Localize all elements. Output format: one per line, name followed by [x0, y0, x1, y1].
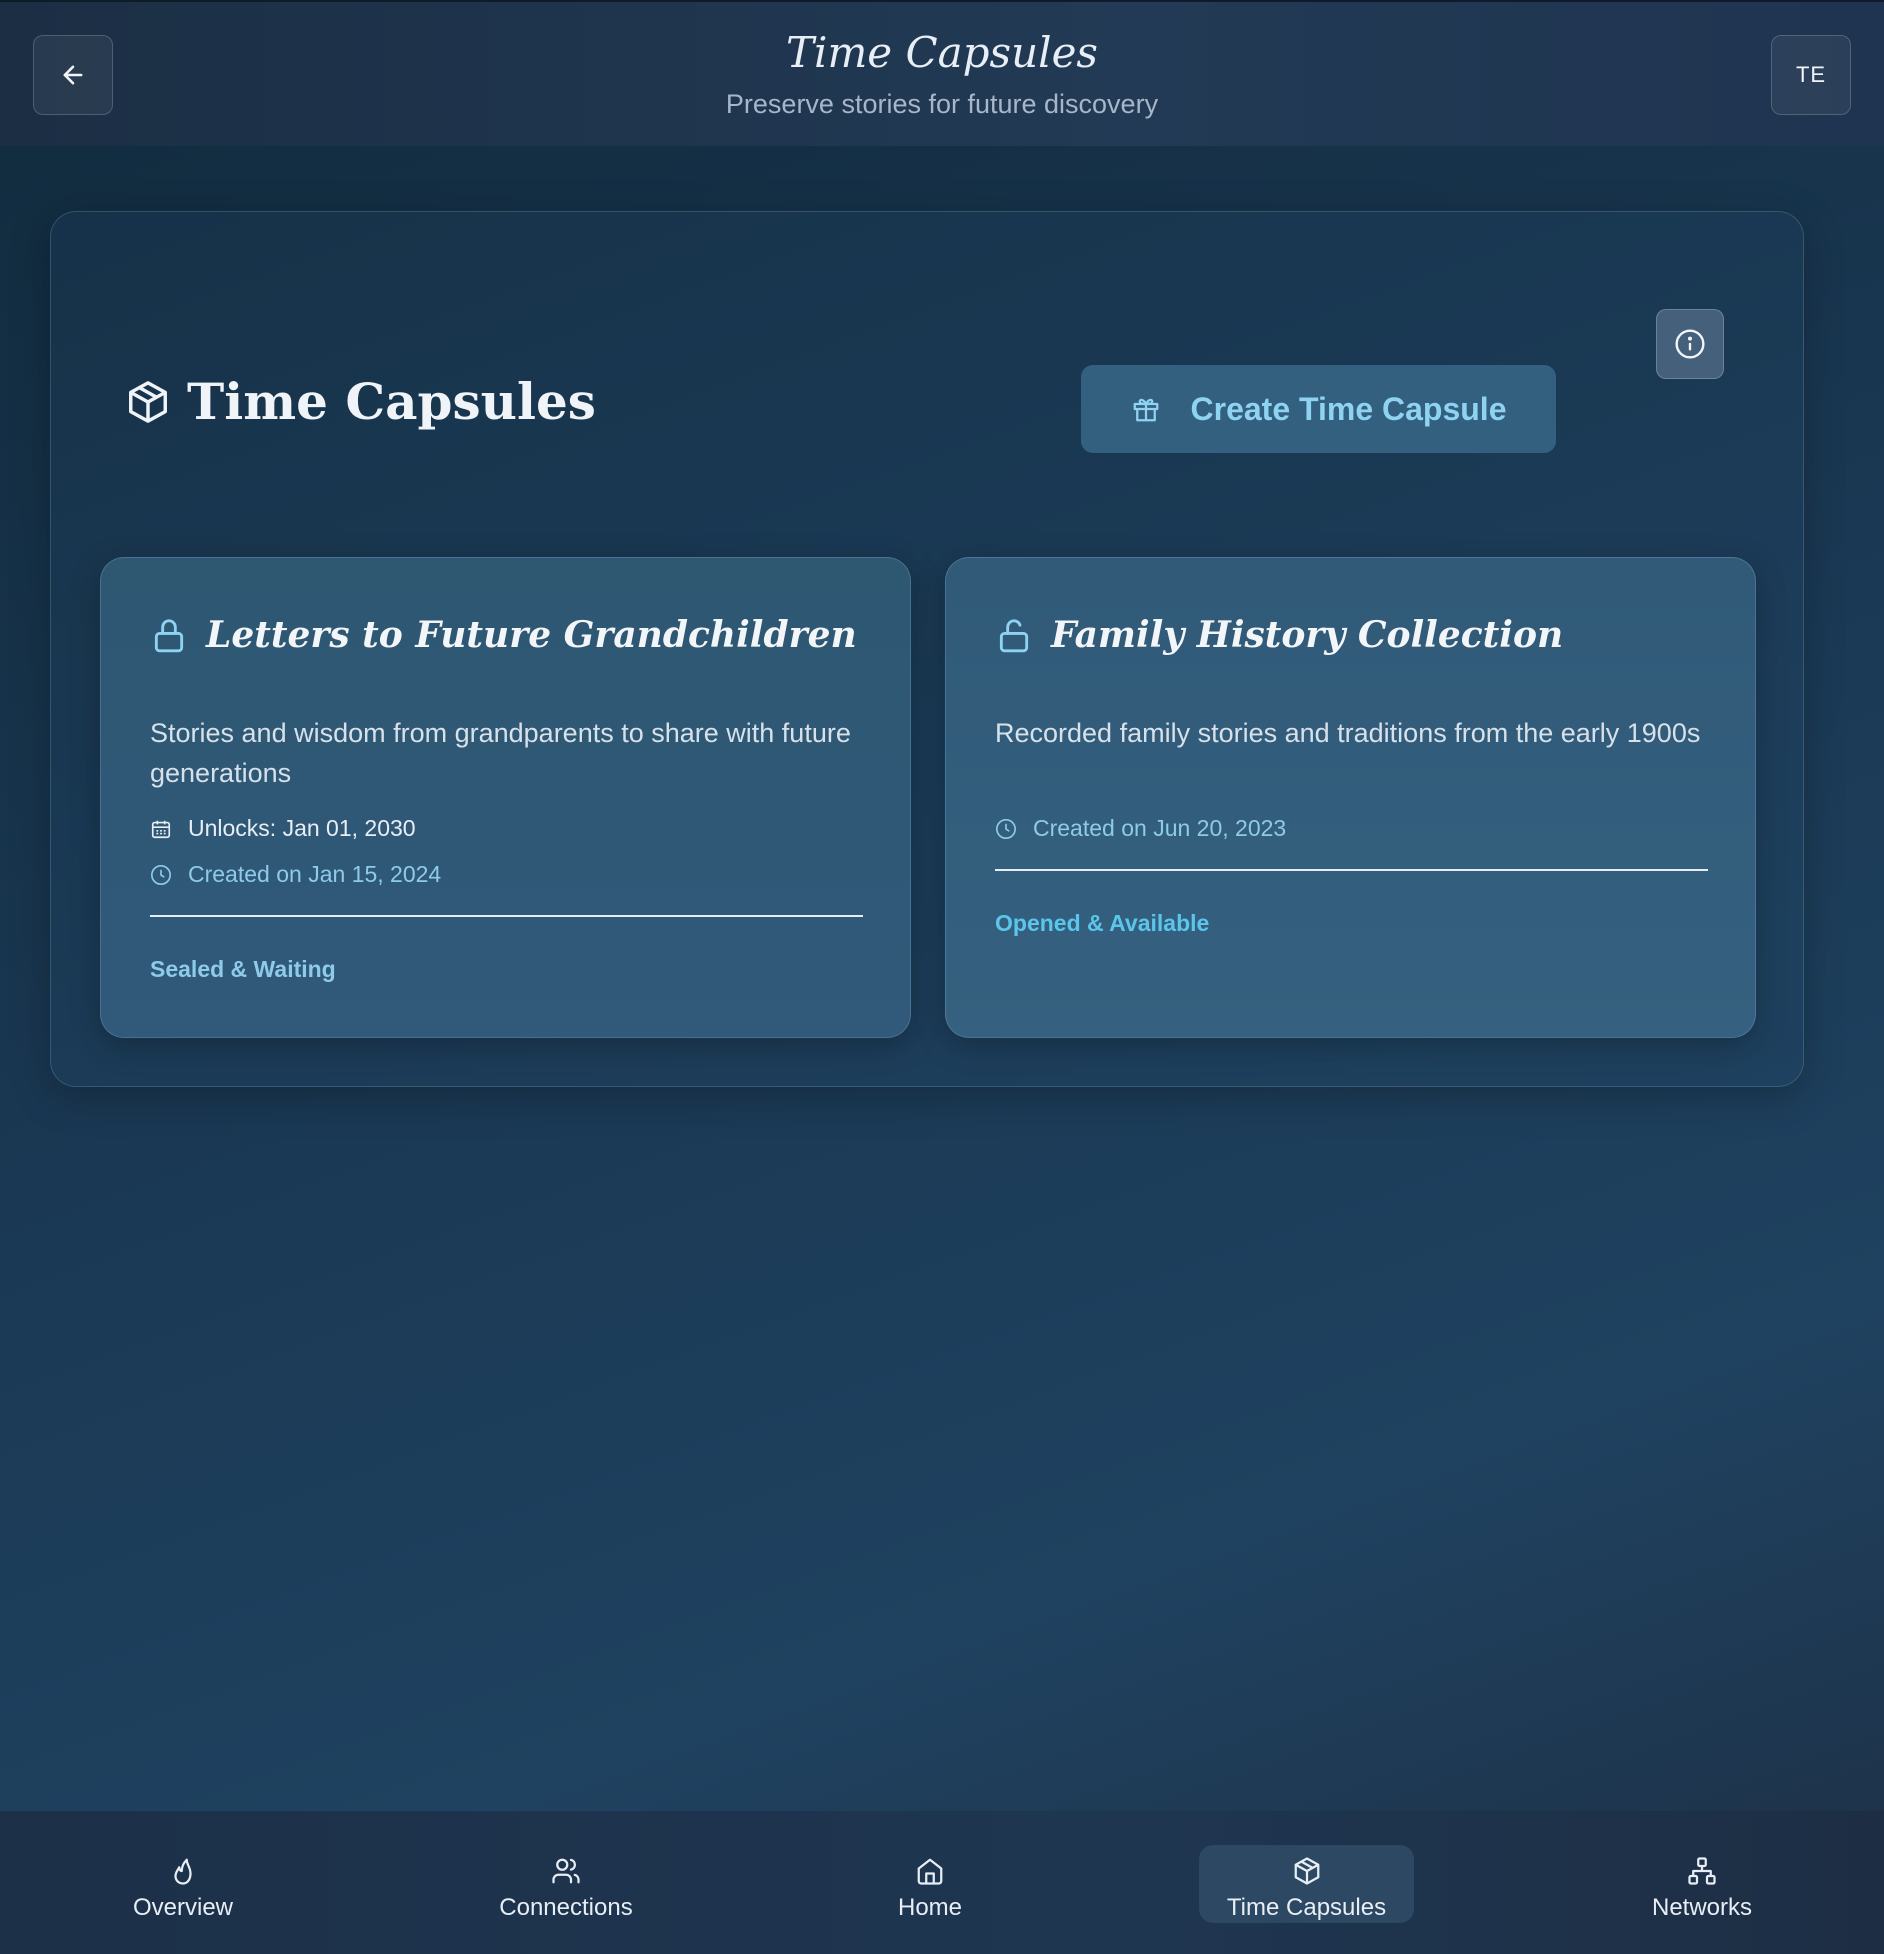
- nav-item-home[interactable]: Home: [880, 1845, 980, 1923]
- capsule-card[interactable]: Letters to Future Grandchildren Stories …: [100, 557, 911, 1038]
- page-subtitle: Preserve stories for future discovery: [725, 89, 1159, 119]
- avatar-button[interactable]: TE: [1771, 35, 1851, 115]
- status-badge: Opened & Available: [995, 910, 1210, 936]
- card-header: Family History Collection: [995, 614, 1563, 656]
- card-header: Letters to Future Grandchildren: [150, 614, 857, 656]
- unlock-date-text: Unlocks: Jan 01, 2030: [188, 815, 416, 841]
- capsule-description: Recorded family stories and traditions f…: [995, 718, 1701, 748]
- create-time-capsule-button[interactable]: Create Time Capsule: [1081, 365, 1556, 453]
- created-date-text: Created on Jan 15, 2024: [188, 861, 442, 887]
- calendar-icon: [151, 820, 171, 838]
- capsule-title: Letters to Future Grandchildren: [206, 614, 857, 656]
- nav-item-overview[interactable]: Overview: [113, 1845, 253, 1923]
- package-icon: [1294, 1857, 1319, 1885]
- clock-icon: [151, 864, 171, 885]
- network-icon: [1688, 1857, 1716, 1885]
- nav-item-networks[interactable]: Networks: [1642, 1845, 1762, 1923]
- create-button-label: Create Time Capsule: [1190, 390, 1507, 427]
- nav-label: Networks: [1651, 1894, 1753, 1921]
- capsule-title: Family History Collection: [1051, 614, 1564, 656]
- card-divider: [995, 869, 1708, 871]
- info-icon: [1675, 329, 1705, 359]
- unlock-date: Unlocks: Jan 01, 2030: [150, 815, 416, 842]
- lock-icon: [154, 619, 184, 653]
- package-icon: [129, 380, 167, 423]
- capsule-description: Stories and wisdom from grandparents to …: [150, 718, 851, 788]
- users-icon: [552, 1858, 580, 1884]
- nav-label: Home: [897, 1894, 963, 1921]
- created-date: Created on Jun 20, 2023: [995, 815, 1286, 842]
- created-date-text: Created on Jun 20, 2023: [1033, 815, 1287, 841]
- status-badge: Sealed & Waiting: [150, 956, 336, 982]
- capsule-card[interactable]: Family History Collection Recorded famil…: [945, 557, 1756, 1038]
- panel-heading: Time Capsules: [125, 372, 596, 431]
- nav-label: Connections: [499, 1894, 633, 1921]
- home-icon: [917, 1858, 943, 1885]
- nav-label: Overview: [132, 1894, 234, 1921]
- unlock-icon: [999, 619, 1029, 653]
- clock-icon: [996, 818, 1016, 839]
- bottom-nav: Overview Connections Home Time Capsules …: [0, 1811, 1884, 1954]
- nav-item-time-capsules[interactable]: Time Capsules: [1199, 1845, 1414, 1923]
- card-divider: [150, 915, 863, 917]
- top-bar: Time Capsules Preserve stories for futur…: [0, 0, 1884, 146]
- page-title: Time Capsules: [786, 28, 1098, 77]
- panel-title: Time Capsules: [187, 372, 596, 431]
- nav-label: Time Capsules: [1226, 1894, 1387, 1921]
- nav-item-connections[interactable]: Connections: [480, 1845, 652, 1923]
- created-date: Created on Jan 15, 2024: [150, 861, 441, 888]
- flame-icon: [174, 1858, 192, 1885]
- gift-icon: [1133, 398, 1158, 422]
- info-button[interactable]: [1656, 309, 1724, 379]
- time-capsules-panel: Time Capsules Create Time Capsule Letter…: [50, 211, 1804, 1087]
